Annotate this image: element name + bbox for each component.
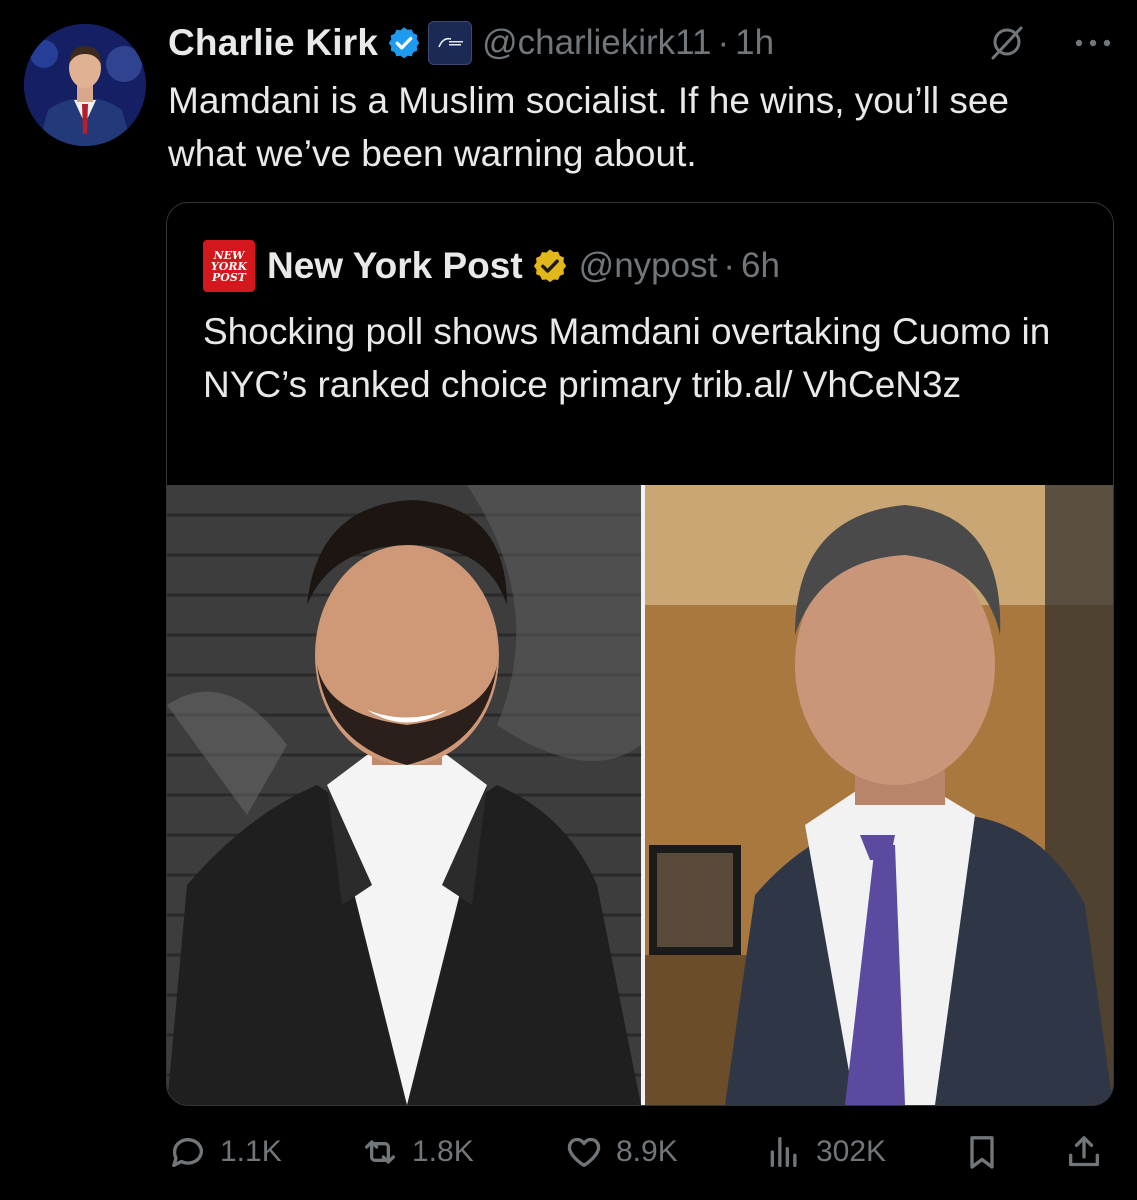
quoted-author-handle[interactable]: @nypost <box>579 246 718 286</box>
like-count: 8.9K <box>616 1135 678 1168</box>
like-icon <box>567 1137 601 1167</box>
reply-button[interactable]: 1.1K <box>168 1124 282 1180</box>
tweet-timestamp[interactable]: 1h <box>735 23 774 63</box>
quoted-tweet-header: NEW YORK POST New York Post @nypost · 6h <box>203 239 780 293</box>
repost-icon <box>365 1140 395 1164</box>
logo-line: YORK <box>210 259 248 273</box>
reply-count: 1.1K <box>220 1135 282 1168</box>
action-bar: 1.1K 1.8K 8.9K 302K <box>168 1124 1108 1180</box>
author-name[interactable]: Charlie Kirk <box>168 22 378 64</box>
views-count: 302K <box>816 1135 887 1168</box>
logo-line: NEW <box>213 248 245 262</box>
more-icon[interactable] <box>1069 28 1117 58</box>
quoted-author-name[interactable]: New York Post <box>267 245 523 287</box>
quoted-tweet-media[interactable] <box>167 485 1113 1105</box>
repost-count: 1.8K <box>412 1135 474 1168</box>
quoted-tweet-text: Shocking poll shows Mamdani overtaking C… <box>203 311 1051 405</box>
separator: · <box>723 246 735 285</box>
tweet-header: Charlie Kirk @charliekirk11 · 1h <box>168 18 1117 68</box>
reply-icon <box>172 1138 203 1167</box>
repost-button[interactable]: 1.8K <box>360 1124 474 1180</box>
bookmark-icon <box>970 1136 994 1169</box>
bookmark-button[interactable] <box>962 1124 1002 1180</box>
logo-line: POST <box>212 270 246 284</box>
grok-icon[interactable] <box>987 22 1027 62</box>
share-icon <box>1069 1136 1099 1167</box>
tweet[interactable]: Charlie Kirk @charliekirk11 · 1h Mamdani… <box>0 0 1137 1200</box>
affiliate-badge-icon[interactable] <box>428 21 473 65</box>
separator: · <box>717 23 730 62</box>
like-button[interactable]: 8.9K <box>564 1124 678 1180</box>
nypost-logo[interactable]: NEW YORK POST <box>203 240 255 292</box>
author-handle[interactable]: @charliekirk11 <box>482 23 711 63</box>
photo-mamdani[interactable] <box>167 485 641 1105</box>
verified-badge-icon[interactable] <box>386 25 422 61</box>
views-button[interactable]: 302K <box>764 1124 886 1180</box>
author-avatar[interactable] <box>24 24 146 146</box>
verified-badge-icon[interactable] <box>531 247 569 285</box>
quoted-tweet-timestamp[interactable]: 6h <box>741 246 780 286</box>
photo-cuomo[interactable] <box>645 485 1113 1105</box>
quoted-tweet[interactable]: NEW YORK POST New York Post @nypost · 6h… <box>166 202 1114 1106</box>
tweet-text: Mamdani is a Muslim socialist. If he win… <box>168 80 1010 174</box>
share-button[interactable] <box>1064 1124 1104 1180</box>
views-icon <box>770 1137 797 1167</box>
